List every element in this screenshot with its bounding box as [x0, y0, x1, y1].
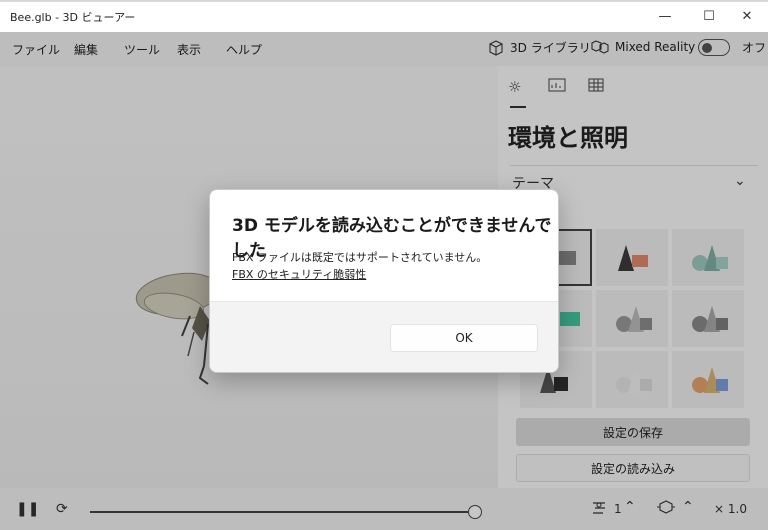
close-icon[interactable]: ✕ [724, 2, 768, 30]
error-dialog: 3D モデルを読み込むことができませんでした FBX ファイルは既定ではサポート… [209, 189, 559, 373]
ok-button[interactable]: OK [390, 324, 538, 352]
dialog-footer: OK [210, 301, 558, 372]
fbx-security-link[interactable]: FBX のセキュリティ脆弱性 [232, 266, 366, 282]
dialog-message: FBX ファイルは既定ではサポートされていません。 [232, 251, 488, 264]
app-window: Bee.glb - 3D ビューアー — ☐ ✕ ファイル 編集 ツール 表示 … [0, 0, 768, 530]
window-title: Bee.glb - 3D ビューアー [10, 11, 136, 24]
minimize-icon[interactable]: — [642, 2, 688, 30]
